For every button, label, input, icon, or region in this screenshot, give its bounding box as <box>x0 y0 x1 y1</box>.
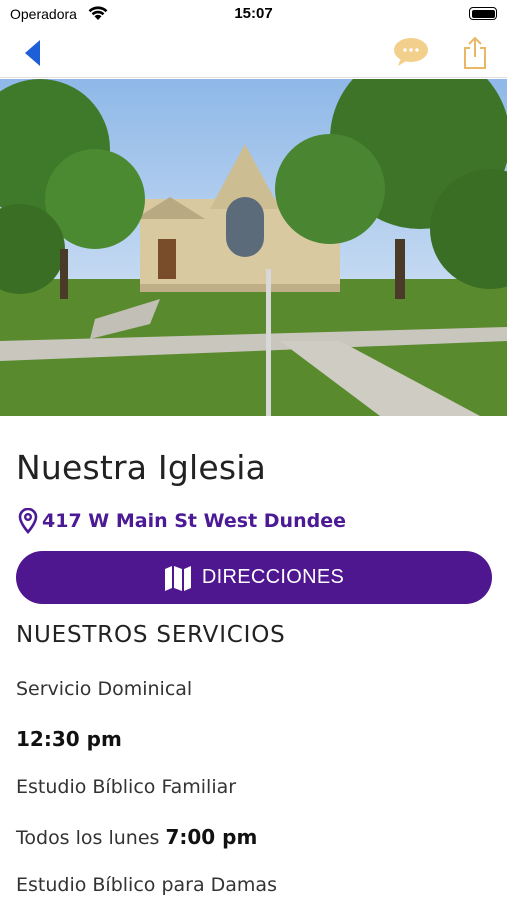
directions-label: DIRECCIONES <box>201 566 345 588</box>
service-time: 12:30 pm <box>16 727 122 751</box>
address-text: 417 W Main St West Dundee <box>42 510 346 532</box>
services-title: NUESTROS SERVICIOS <box>16 622 286 648</box>
service-line: Estudio Bíblico Familiar <box>16 776 236 798</box>
service-text: Servicio Dominical <box>16 678 193 700</box>
back-button[interactable] <box>20 38 48 68</box>
service-time: 7:00 pm <box>165 825 258 849</box>
location-pin-icon <box>18 508 38 534</box>
service-line: Todos los lunes 7:00 pm <box>16 825 257 849</box>
church-photo <box>0 79 507 416</box>
service-line: 12:30 pm <box>16 727 122 751</box>
nav-bar <box>0 28 507 78</box>
service-line: Estudio Bíblico para Damas <box>16 874 277 896</box>
clock: 15:07 <box>234 5 273 22</box>
directions-button[interactable]: DIRECCIONES <box>16 551 492 604</box>
chat-button[interactable] <box>392 36 430 68</box>
service-text: Todos los lunes <box>16 827 160 849</box>
service-line: Servicio Dominical <box>16 678 192 700</box>
address-link[interactable]: 417 W Main St West Dundee <box>18 507 346 535</box>
map-icon <box>164 565 191 591</box>
church-name: Nuestra Iglesia <box>16 448 267 487</box>
chat-bubble-icon <box>394 38 428 66</box>
service-text: Estudio Bíblico Familiar <box>16 776 237 798</box>
service-text: Estudio Bíblico para Damas <box>16 874 277 896</box>
share-button[interactable] <box>462 36 488 70</box>
share-icon <box>464 36 486 69</box>
chevron-left-icon <box>25 40 40 66</box>
battery-icon <box>469 7 497 20</box>
status-bar: Operadora 15:07 <box>0 0 507 28</box>
